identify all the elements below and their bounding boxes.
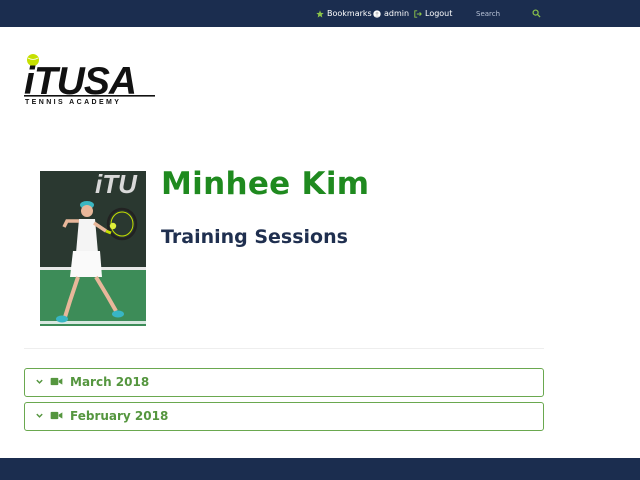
chevron-down-icon [36,379,43,384]
session-label: February 2018 [70,409,169,423]
session-accordion-march-2018[interactable]: March 2018 [24,368,544,397]
avatar-icon [373,9,381,18]
player-photo: iTU [40,171,146,326]
search-box [470,5,546,22]
star-icon [316,9,324,17]
bookmarks-link[interactable]: Bookmarks [316,9,372,18]
chevron-down-icon [36,413,43,418]
logout-label: Logout [425,9,453,18]
video-camera-icon [50,377,63,386]
video-camera-icon [50,411,63,420]
divider [24,348,544,349]
logo-tagline: TENNIS ACADEMY [25,99,121,106]
logo-graphic: iTUSA TENNIS ACADEMY [24,54,155,106]
player-name: Minhee Kim [161,166,370,202]
footer-bar [0,458,640,480]
logout-icon [414,9,422,18]
logout-link[interactable]: Logout [414,9,452,18]
user-menu-link[interactable]: admin [373,9,409,18]
itusa-logo[interactable]: iTUSA TENNIS ACADEMY [24,52,158,106]
session-accordion-february-2018[interactable]: February 2018 [24,402,544,431]
svg-text:iTU: iTU [95,171,138,199]
user-label: admin [384,9,410,18]
player-photo-image: iTU [40,171,146,326]
page-subtitle: Training Sessions [161,226,348,248]
session-label: March 2018 [70,375,150,389]
search-icon[interactable] [532,9,541,18]
bookmarks-label: Bookmarks [327,9,372,18]
search-input[interactable] [470,5,530,22]
